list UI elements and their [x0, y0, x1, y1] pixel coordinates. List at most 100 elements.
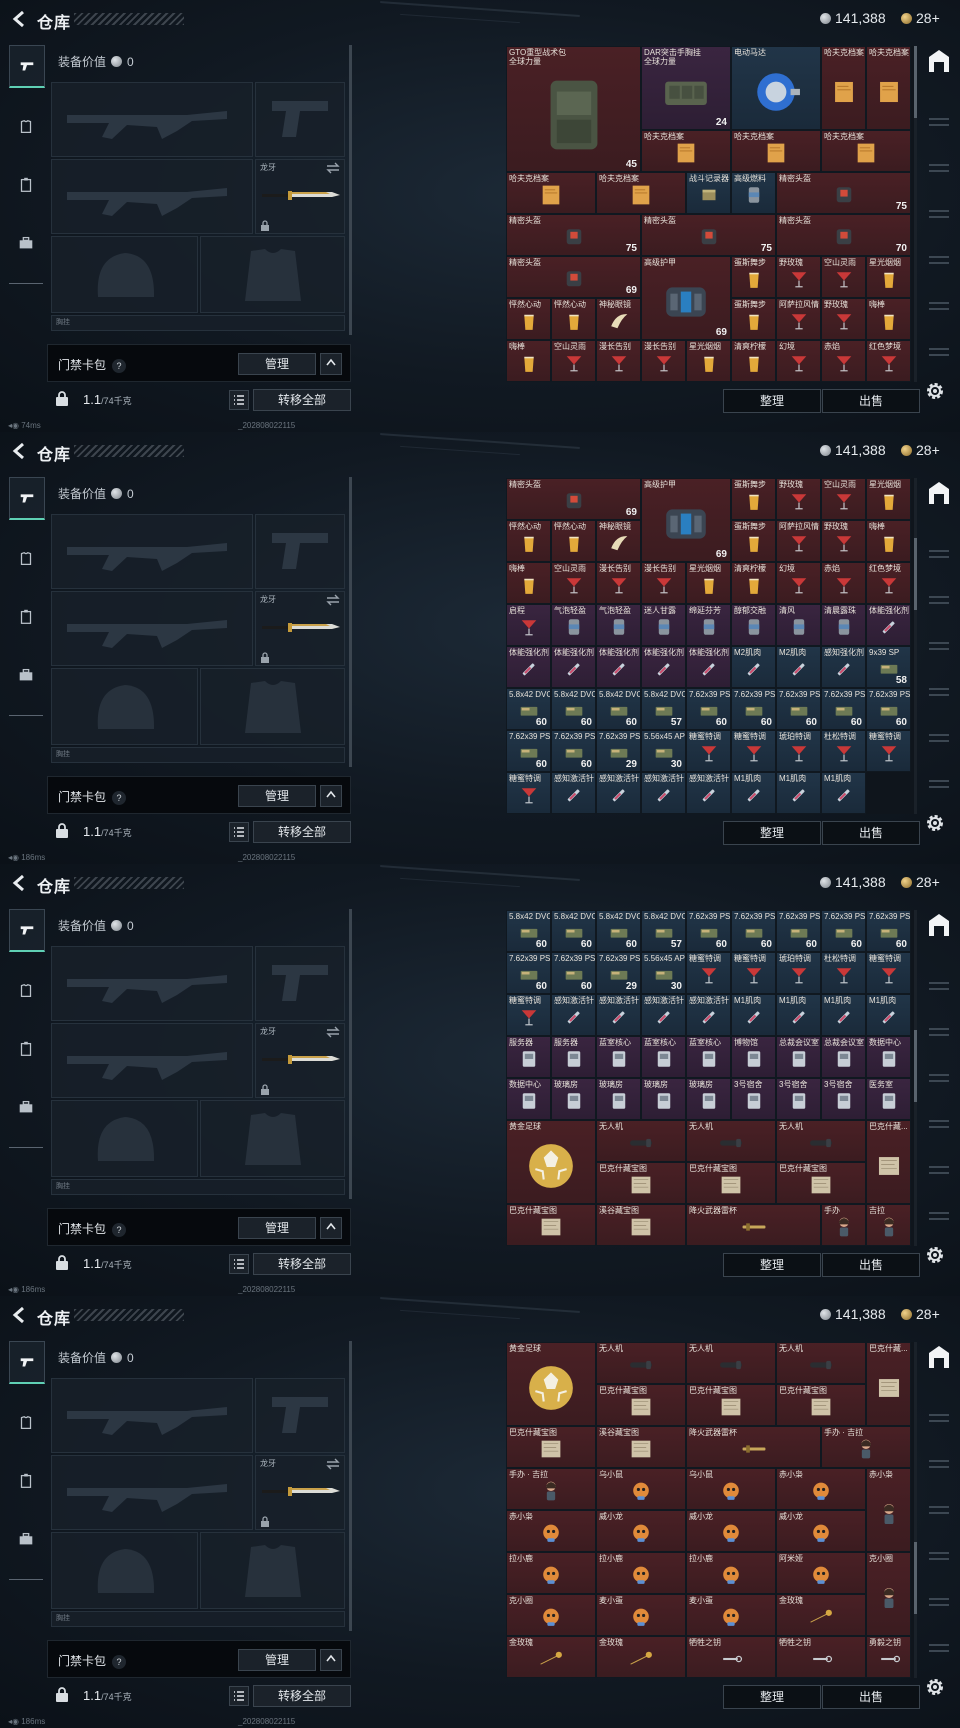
- tab-items[interactable]: [9, 1519, 43, 1559]
- inventory-item[interactable]: 蛋斯舞步: [731, 520, 776, 562]
- secondary-weapon-slot[interactable]: [51, 1455, 253, 1530]
- gold-currency[interactable]: 28+: [901, 1306, 940, 1322]
- inventory-item[interactable]: 哈夫克档案: [731, 130, 821, 172]
- manage-button[interactable]: 管理: [238, 785, 316, 807]
- inventory-item[interactable]: 精密头盔 69: [506, 256, 641, 298]
- gold-currency[interactable]: 28+: [901, 874, 940, 890]
- inventory-item[interactable]: 5.8x42 DVC 60: [506, 688, 551, 730]
- inventory-item[interactable]: 蛋斯舞步: [731, 256, 776, 298]
- inventory-item[interactable]: 气泡轻盈: [596, 604, 641, 646]
- back-arrow-icon[interactable]: [10, 1305, 30, 1325]
- inventory-item[interactable]: 赤焰: [821, 562, 866, 604]
- inventory-item[interactable]: 7.62x39 PS 60: [866, 688, 911, 730]
- tab-5[interactable]: [924, 1110, 954, 1148]
- inventory-item[interactable]: 乌小鼠: [686, 1468, 776, 1510]
- inventory-item[interactable]: 空山灵雨: [821, 478, 866, 520]
- inventory-item[interactable]: 溪谷藏宝图: [596, 1426, 686, 1468]
- inventory-item[interactable]: 哈夫克档案: [641, 130, 731, 172]
- inventory-item[interactable]: 精密头盔 75: [641, 214, 776, 256]
- inventory-item[interactable]: 幻境: [776, 340, 821, 382]
- inventory-item[interactable]: 玻璃房: [641, 1078, 686, 1120]
- helmet-slot[interactable]: [51, 1100, 198, 1177]
- grid-scrollbar-thumb[interactable]: [914, 538, 917, 610]
- list-view-button[interactable]: [229, 1254, 249, 1274]
- equipment-scrollbar[interactable]: [349, 1341, 352, 1631]
- swap-icon[interactable]: [326, 594, 340, 606]
- inventory-item[interactable]: 医务室: [866, 1078, 911, 1120]
- sort-button[interactable]: 整理: [723, 1253, 821, 1277]
- inventory-item[interactable]: 气泡轻盈: [551, 604, 596, 646]
- helmet-slot[interactable]: [51, 1532, 198, 1609]
- inventory-item[interactable]: 漫长告别: [596, 340, 641, 382]
- inventory-item[interactable]: 哈夫克档案: [866, 46, 911, 130]
- inventory-item[interactable]: 7.62x39 PS 60: [731, 910, 776, 952]
- inventory-item[interactable]: 阿米娅: [776, 1552, 866, 1594]
- tab-6[interactable]: [924, 292, 954, 330]
- inventory-item[interactable]: 嗨棒: [866, 298, 911, 340]
- inventory-item[interactable]: 克小圈: [506, 1594, 596, 1636]
- melee-slot[interactable]: 龙牙: [255, 1023, 345, 1098]
- inventory-item[interactable]: 精密头盔 69: [506, 478, 641, 520]
- inventory-item[interactable]: 迷人甘露: [641, 604, 686, 646]
- helmet-slot[interactable]: [51, 236, 198, 313]
- inventory-item[interactable]: 嗨棒: [506, 340, 551, 382]
- inventory-item[interactable]: 总裁会议室: [821, 1036, 866, 1078]
- inventory-item[interactable]: 5.8x42 DVC 60: [506, 910, 551, 952]
- help-icon[interactable]: ?: [112, 1655, 127, 1669]
- tab-weapons[interactable]: [9, 1341, 45, 1384]
- back-arrow-icon[interactable]: [10, 873, 30, 893]
- tab-armor[interactable]: [9, 971, 43, 1011]
- inventory-item[interactable]: 无人机: [596, 1120, 686, 1162]
- tab-7[interactable]: [924, 338, 954, 376]
- list-view-button[interactable]: [229, 390, 249, 410]
- inventory-item[interactable]: 牺牲之钥: [776, 1636, 866, 1678]
- tab-3[interactable]: [924, 1018, 954, 1056]
- secondary-weapon-slot[interactable]: [51, 1023, 253, 1098]
- tab-armor[interactable]: [9, 107, 43, 147]
- inventory-item[interactable]: M1肌肉: [776, 994, 821, 1036]
- inventory-item[interactable]: 无人机: [776, 1342, 866, 1384]
- inventory-item[interactable]: 吉拉: [866, 1204, 911, 1246]
- tab-2[interactable]: [924, 972, 954, 1010]
- inventory-item[interactable]: 体能强化剂: [866, 604, 911, 646]
- inventory-item[interactable]: 乌小鼠: [596, 1468, 686, 1510]
- inventory-item[interactable]: 感知激活针: [641, 994, 686, 1036]
- inventory-item[interactable]: 感知激活针: [596, 994, 641, 1036]
- inventory-item[interactable]: 威小龙: [596, 1510, 686, 1552]
- inventory-item[interactable]: 感知激活针: [596, 772, 641, 814]
- sort-button[interactable]: 整理: [723, 821, 821, 845]
- inventory-item[interactable]: 清爽柠檬: [731, 562, 776, 604]
- inventory-item[interactable]: 蓝室核心: [596, 1036, 641, 1078]
- inventory-item[interactable]: M1肌肉: [776, 772, 821, 814]
- inventory-item[interactable]: 野玫瑰: [821, 298, 866, 340]
- inventory-item[interactable]: 漫长告别: [596, 562, 641, 604]
- inventory-item[interactable]: 7.62x39 PS 60: [776, 688, 821, 730]
- inventory-item[interactable]: 糖蜜特调: [506, 772, 551, 814]
- inventory-item[interactable]: 高级护甲 69: [641, 478, 731, 562]
- inventory-item[interactable]: M1肌肉: [821, 994, 866, 1036]
- inventory-item[interactable]: M1肌肉: [866, 994, 911, 1036]
- inventory-item[interactable]: 5.8x42 DVC 57: [641, 688, 686, 730]
- inventory-item[interactable]: 3号宿舍: [731, 1078, 776, 1120]
- body-armor-slot[interactable]: [200, 668, 345, 745]
- tab-5[interactable]: [924, 1542, 954, 1580]
- tab-armor[interactable]: [9, 1403, 43, 1443]
- inventory-item[interactable]: 漫长告别: [641, 340, 686, 382]
- chest-rig-slot[interactable]: 胸挂: [51, 747, 345, 763]
- gear-icon[interactable]: [924, 1244, 946, 1266]
- inventory-item[interactable]: 神秘眼镜: [596, 298, 641, 340]
- inventory-item[interactable]: 数据中心: [506, 1078, 551, 1120]
- inventory-item[interactable]: 清风: [776, 604, 821, 646]
- inventory-item[interactable]: 服务器: [506, 1036, 551, 1078]
- secondary-weapon-slot[interactable]: [51, 159, 253, 234]
- inventory-item[interactable]: 体能强化剂: [641, 646, 686, 688]
- tab-4[interactable]: [924, 632, 954, 670]
- inventory-item[interactable]: 7.62x39 PS 60: [821, 688, 866, 730]
- inventory-item[interactable]: 野玫瑰: [776, 256, 821, 298]
- inventory-item[interactable]: 阿萨拉风情: [776, 520, 821, 562]
- inventory-item[interactable]: M1肌肉: [821, 772, 866, 814]
- inventory-item[interactable]: M2肌肉: [776, 646, 821, 688]
- inventory-item[interactable]: 玻璃房: [596, 1078, 641, 1120]
- inventory-item[interactable]: M1肌肉: [731, 772, 776, 814]
- list-view-button[interactable]: [229, 822, 249, 842]
